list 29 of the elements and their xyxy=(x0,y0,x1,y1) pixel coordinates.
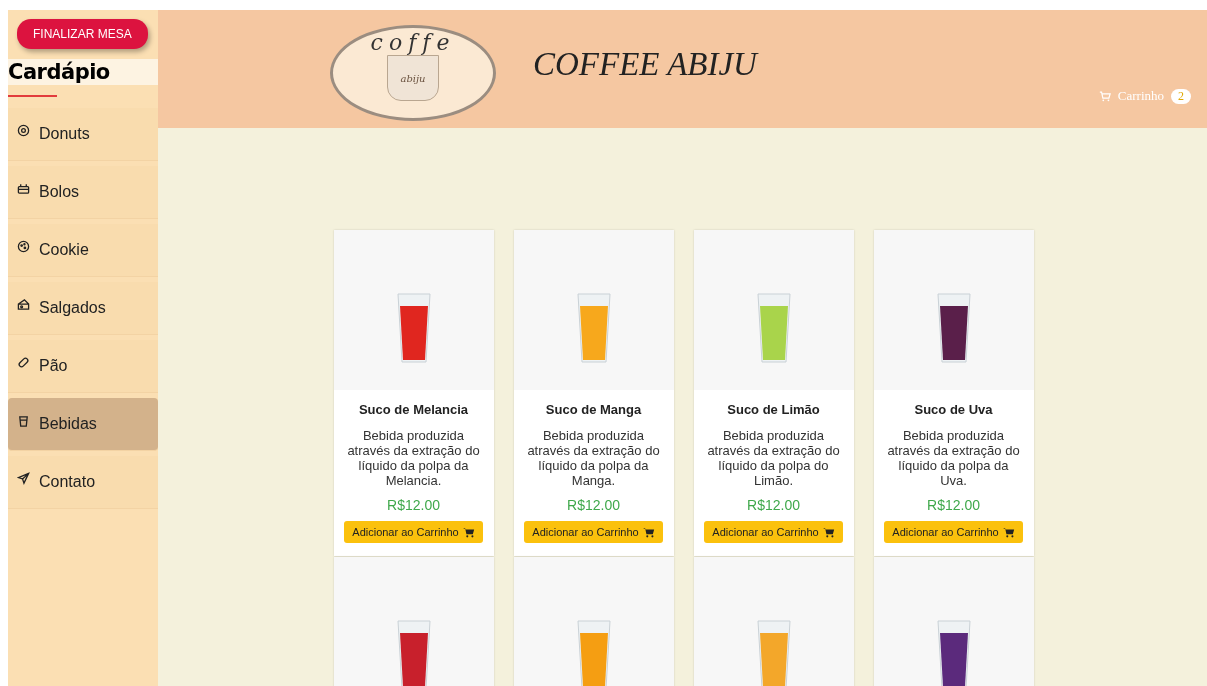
sidebar-item[interactable]: Salgados xyxy=(8,282,158,335)
product-price: R$12.00 xyxy=(386,497,441,513)
product-price: R$12.00 xyxy=(566,497,621,513)
logo-text: coffe xyxy=(370,30,456,55)
menu-title: Cardápio xyxy=(8,59,158,85)
product-name: Suco de Melancia xyxy=(357,402,470,417)
product-description: Bebida produzida através da extração do líquido da polpa da Uva. xyxy=(886,428,1021,488)
brand-title: COFFEE ABIJU xyxy=(533,45,757,83)
finish-table-button[interactable]: FINALIZAR MESA xyxy=(17,19,148,49)
sidebar-item[interactable]: Bebidas xyxy=(8,398,158,451)
add-to-cart-button[interactable]: Adicionar ao Carrinho xyxy=(524,521,663,543)
product-description: Bebida produzida através da extração do líquido da polpa da Manga. xyxy=(526,428,661,488)
product-name: Suco de Limão xyxy=(726,402,821,417)
add-to-cart-button[interactable]: Adicionar ao Carrinho xyxy=(704,521,843,543)
sidebar-item[interactable]: Cookie xyxy=(8,224,158,277)
add-to-cart-button[interactable]: Adicionar ao Carrinho xyxy=(884,521,1023,543)
product-price: R$12.00 xyxy=(926,497,981,513)
cart-count-badge: 2 xyxy=(1171,88,1191,104)
sidebar-item[interactable]: Contato xyxy=(8,456,158,509)
product-price: R$12.00 xyxy=(746,497,801,513)
sidebar-item[interactable]: Donuts xyxy=(8,108,158,161)
sidebar-item[interactable]: Bolos xyxy=(8,166,158,219)
product-description: Bebida produzida através da extração do líquido da polpa da Melancia. xyxy=(346,428,481,488)
product-name: Suco de Uva xyxy=(913,402,994,417)
logo-subtext: abiju xyxy=(400,72,426,84)
add-to-cart-button[interactable]: Adicionar ao Carrinho xyxy=(344,521,483,543)
product-description: Bebida produzida através da extração do líquido da polpa do Limão. xyxy=(706,428,841,488)
product-name: Suco de Manga xyxy=(544,402,643,417)
sidebar-item[interactable]: Pão xyxy=(8,340,158,393)
